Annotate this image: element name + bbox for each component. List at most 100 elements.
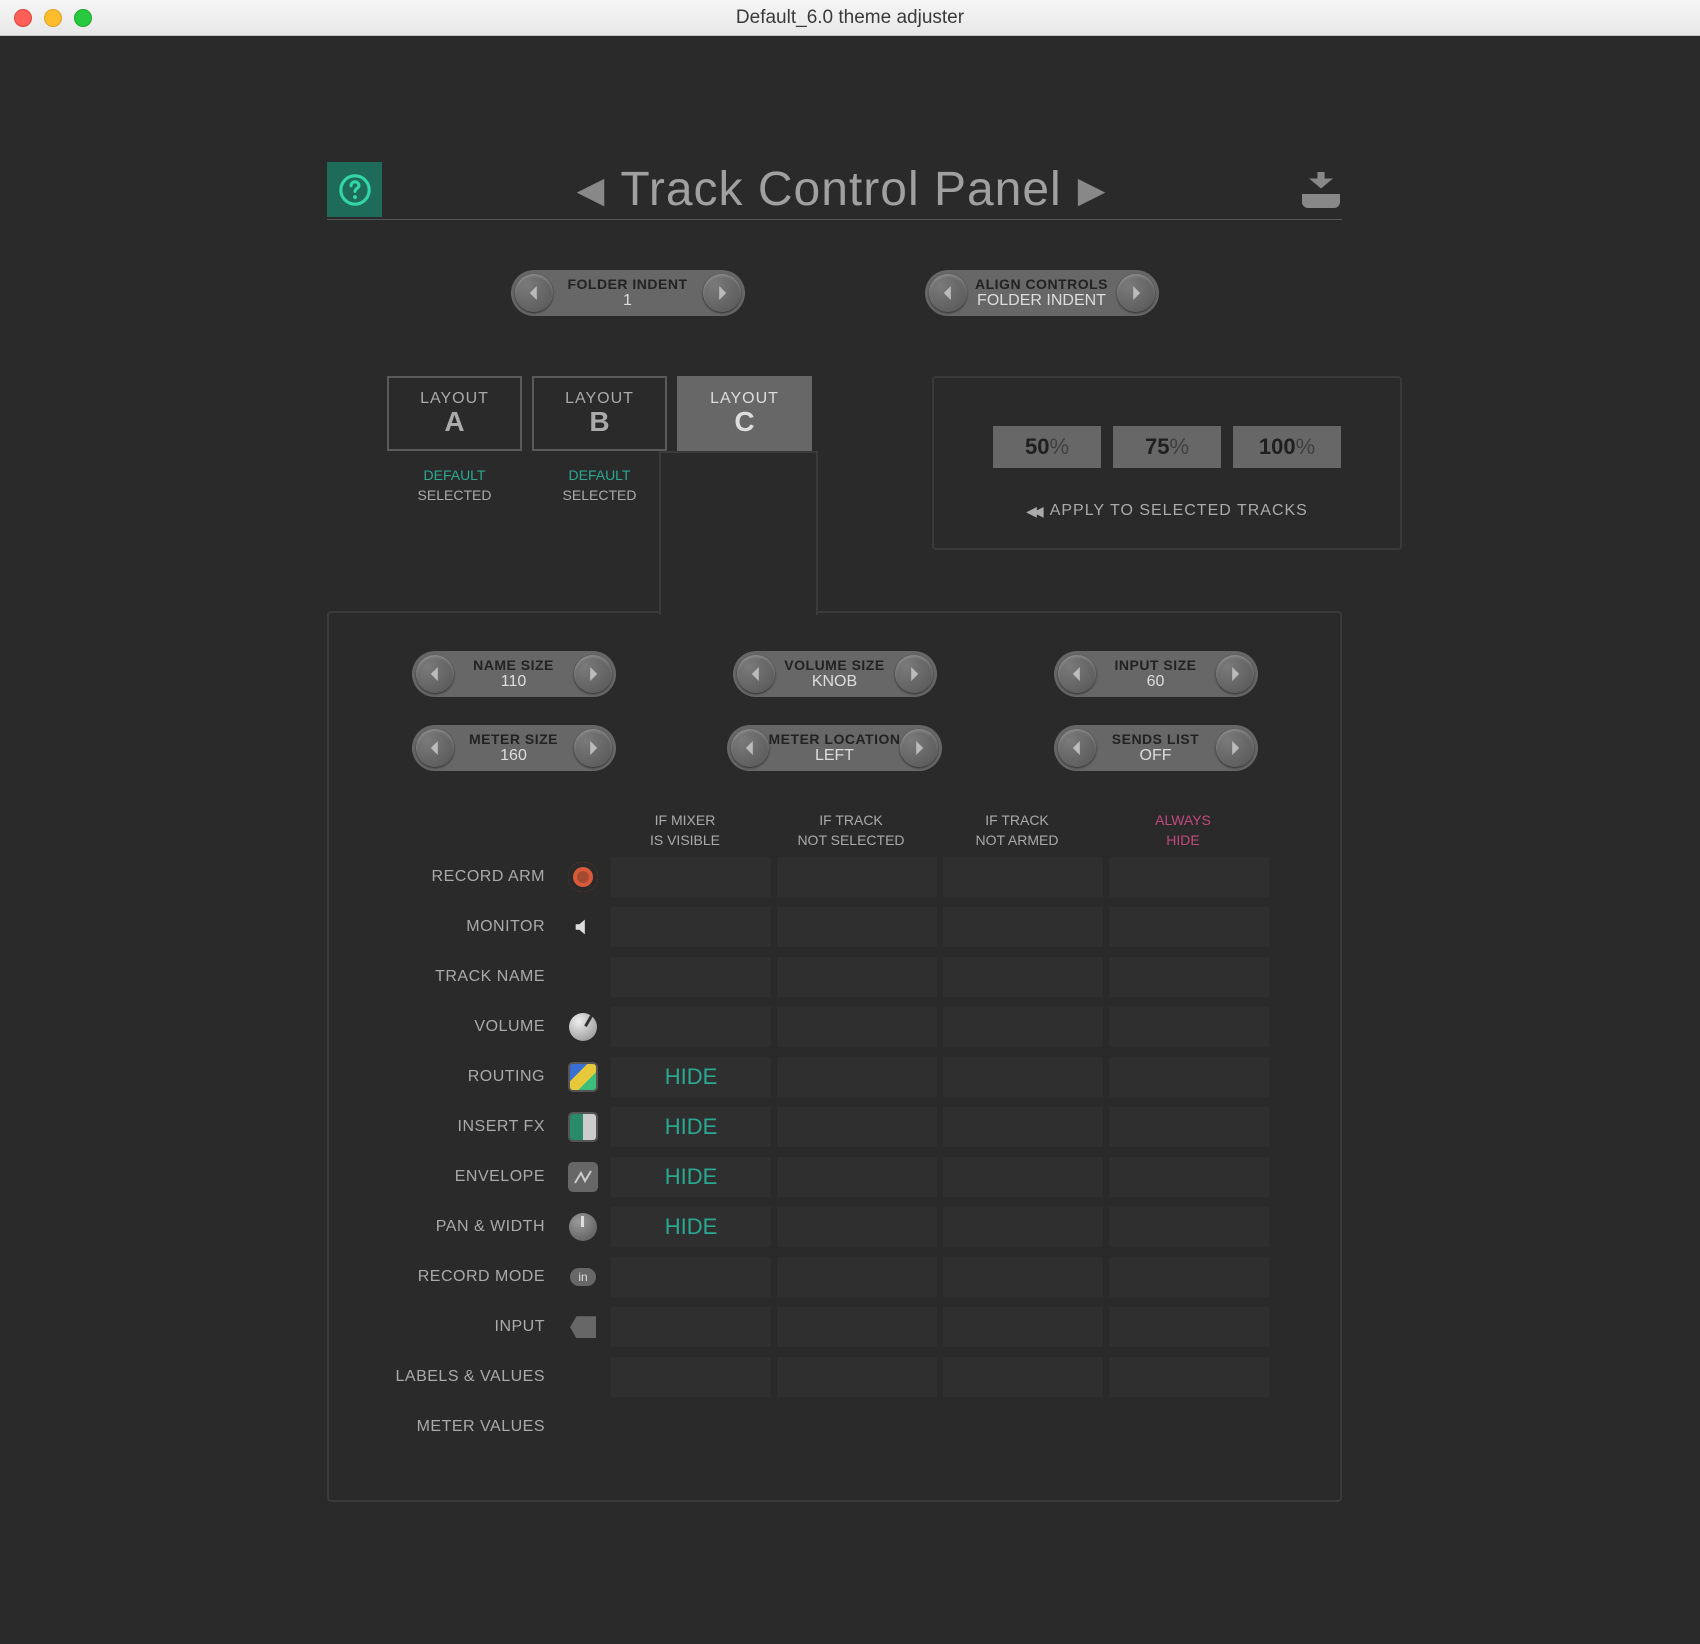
- size-100-button[interactable]: 100%: [1233, 426, 1341, 468]
- pan-always-cell[interactable]: [1109, 1207, 1269, 1247]
- labels-na-cell[interactable]: [943, 1357, 1103, 1397]
- meter-location-next[interactable]: [900, 729, 938, 767]
- prev-section-button[interactable]: ◀: [577, 169, 605, 211]
- layout-a-default[interactable]: DEFAULT SELECTED: [387, 466, 522, 505]
- folder-indent-next[interactable]: [703, 274, 741, 312]
- input-size-stepper[interactable]: INPUT SIZE60: [1054, 651, 1258, 697]
- fx-ns-cell[interactable]: [777, 1107, 937, 1147]
- fx-always-cell[interactable]: [1109, 1107, 1269, 1147]
- layout-c-tab[interactable]: LAYOUT C: [677, 376, 812, 451]
- input-ns-cell[interactable]: [777, 1307, 937, 1347]
- row-envelope: ENVELOPE HIDE: [349, 1154, 1320, 1200]
- trackname-na-cell[interactable]: [943, 957, 1103, 997]
- pan-ns-cell[interactable]: [777, 1207, 937, 1247]
- save-button[interactable]: [1300, 169, 1342, 211]
- apply-label: APPLY TO SELECTED TRACKS: [1050, 502, 1308, 520]
- labels-mixer-cell[interactable]: [611, 1357, 771, 1397]
- env-ns-cell[interactable]: [777, 1157, 937, 1197]
- monitor-mixer-cell[interactable]: [611, 907, 771, 947]
- input-always-cell[interactable]: [1109, 1307, 1269, 1347]
- meter-size-stepper[interactable]: METER SIZE160: [412, 725, 616, 771]
- sends-list-stepper[interactable]: SENDS LISTOFF: [1054, 725, 1258, 771]
- monitor-always-cell[interactable]: [1109, 907, 1269, 947]
- pan-knob-icon: [569, 1213, 597, 1241]
- env-na-cell[interactable]: [943, 1157, 1103, 1197]
- volume-always-cell[interactable]: [1109, 1007, 1269, 1047]
- pan-na-cell[interactable]: [943, 1207, 1103, 1247]
- folder-indent-prev[interactable]: [515, 274, 553, 312]
- row-monitor: MONITOR: [349, 904, 1320, 950]
- align-controls-stepper[interactable]: ALIGN CONTROLS FOLDER INDENT: [925, 270, 1159, 316]
- size-75-button[interactable]: 75%: [1113, 426, 1221, 468]
- volume-mixer-cell[interactable]: [611, 1007, 771, 1047]
- pan-mixer-cell[interactable]: HIDE: [611, 1207, 771, 1247]
- recmode-ns-cell[interactable]: [777, 1257, 937, 1297]
- folder-indent-value: 1: [623, 292, 632, 310]
- recarm-mixer-cell[interactable]: [611, 857, 771, 897]
- section-title: Track Control Panel: [620, 162, 1061, 217]
- name-size-next[interactable]: [574, 655, 612, 693]
- size-50-button[interactable]: 50%: [993, 426, 1101, 468]
- titlebar: Default_6.0 theme adjuster: [0, 0, 1700, 36]
- meter-location-stepper[interactable]: METER LOCATIONLEFT: [727, 725, 943, 771]
- input-size-prev[interactable]: [1058, 655, 1096, 693]
- apply-to-selected-button[interactable]: ◀◀ APPLY TO SELECTED TRACKS: [962, 502, 1372, 520]
- align-controls-next[interactable]: [1117, 274, 1155, 312]
- input-size-next[interactable]: [1216, 655, 1254, 693]
- sends-list-next[interactable]: [1216, 729, 1254, 767]
- volume-na-cell[interactable]: [943, 1007, 1103, 1047]
- download-icon: [1309, 172, 1333, 192]
- recarm-na-cell[interactable]: [943, 857, 1103, 897]
- trackname-ns-cell[interactable]: [777, 957, 937, 997]
- record-mode-icon: in: [570, 1268, 595, 1286]
- next-section-button[interactable]: ▶: [1078, 169, 1106, 211]
- row-labels-values: LABELS & VALUES: [349, 1354, 1320, 1400]
- trackname-always-cell[interactable]: [1109, 957, 1269, 997]
- fx-mixer-cell[interactable]: HIDE: [611, 1107, 771, 1147]
- meter-size-next[interactable]: [574, 729, 612, 767]
- align-controls-prev[interactable]: [929, 274, 967, 312]
- input-icon: [570, 1316, 596, 1338]
- align-controls-label: ALIGN CONTROLS: [975, 276, 1108, 292]
- env-mixer-cell[interactable]: HIDE: [611, 1157, 771, 1197]
- monitor-na-cell[interactable]: [943, 907, 1103, 947]
- recmode-na-cell[interactable]: [943, 1257, 1103, 1297]
- sends-list-prev[interactable]: [1058, 729, 1096, 767]
- layout-b-default[interactable]: DEFAULT SELECTED: [532, 466, 667, 505]
- meter-size-prev[interactable]: [416, 729, 454, 767]
- name-size-prev[interactable]: [416, 655, 454, 693]
- volume-ns-cell[interactable]: [777, 1007, 937, 1047]
- recarm-ns-cell[interactable]: [777, 857, 937, 897]
- help-button[interactable]: [327, 162, 382, 217]
- grid-header: IF MIXERIS VISIBLE IF TRACKNOT SELECTED …: [349, 811, 1320, 850]
- volume-size-prev[interactable]: [737, 655, 775, 693]
- input-na-cell[interactable]: [943, 1307, 1103, 1347]
- row-meter-values: METER VALUES: [349, 1404, 1320, 1450]
- labels-ns-cell[interactable]: [777, 1357, 937, 1397]
- size-apply-box: 50% 75% 100% ◀◀ APPLY TO SELECTED TRACKS: [932, 376, 1402, 550]
- meter-location-prev[interactable]: [731, 729, 769, 767]
- recmode-always-cell[interactable]: [1109, 1257, 1269, 1297]
- routing-always-cell[interactable]: [1109, 1057, 1269, 1097]
- layout-b-tab[interactable]: LAYOUT B: [532, 376, 667, 451]
- routing-icon: [568, 1062, 598, 1092]
- routing-na-cell[interactable]: [943, 1057, 1103, 1097]
- env-always-cell[interactable]: [1109, 1157, 1269, 1197]
- align-controls-value: FOLDER INDENT: [977, 292, 1106, 310]
- recarm-always-cell[interactable]: [1109, 857, 1269, 897]
- routing-mixer-cell[interactable]: HIDE: [611, 1057, 771, 1097]
- volume-knob-icon: [569, 1013, 597, 1041]
- trackname-mixer-cell[interactable]: [611, 957, 771, 997]
- layout-a-tab[interactable]: LAYOUT A: [387, 376, 522, 451]
- input-mixer-cell[interactable]: [611, 1307, 771, 1347]
- routing-ns-cell[interactable]: [777, 1057, 937, 1097]
- fx-na-cell[interactable]: [943, 1107, 1103, 1147]
- monitor-ns-cell[interactable]: [777, 907, 937, 947]
- volume-size-stepper[interactable]: VOLUME SIZEKNOB: [733, 651, 937, 697]
- labels-always-cell[interactable]: [1109, 1357, 1269, 1397]
- name-size-stepper[interactable]: NAME SIZE110: [412, 651, 616, 697]
- volume-size-next[interactable]: [895, 655, 933, 693]
- recmode-mixer-cell[interactable]: [611, 1257, 771, 1297]
- folder-indent-stepper[interactable]: FOLDER INDENT 1: [511, 270, 745, 316]
- envelope-icon: [568, 1162, 598, 1192]
